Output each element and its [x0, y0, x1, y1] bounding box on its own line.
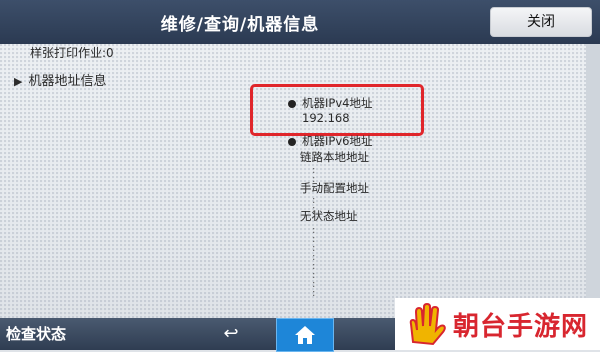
ellipsis-dots: :::::::: — [312, 225, 316, 299]
scrollbar[interactable] — [586, 44, 600, 312]
close-button[interactable]: 关闭 — [490, 7, 592, 37]
watermark-logo: 朝台手游网 — [395, 298, 600, 350]
ipv6-entry: 机器IPv6地址 — [288, 134, 372, 149]
ipv4-label: 机器IPv4地址 — [302, 96, 373, 110]
address-info-label: 机器地址信息 — [28, 74, 107, 89]
ipv6-label: 机器IPv6地址 — [302, 134, 373, 148]
link-local-label: 链路本地地址 — [300, 150, 369, 164]
machine-address-info-toggle[interactable]: ▶ 机器地址信息 — [14, 70, 106, 89]
back-arrow-icon: ↩ — [223, 323, 239, 344]
home-button[interactable] — [276, 318, 334, 352]
device-screen: 维修/查询/机器信息 关闭 样张打印作业:0 ▶ 机器地址信息 机器IPv4地址 … — [0, 0, 600, 352]
page-title: 维修/查询/机器信息 — [160, 15, 320, 35]
title-bar: 维修/查询/机器信息 关闭 — [0, 0, 600, 44]
check-status-button[interactable]: 检查状态 — [6, 323, 66, 344]
manual-address-label: 手动配置地址 — [300, 181, 369, 195]
stateless-address-label: 无状态地址 — [300, 209, 358, 223]
sample-print-jobs-count: 样张打印作业:0 — [30, 46, 114, 60]
back-button[interactable]: ↩ — [206, 319, 256, 349]
ipv4-value: 192.168 — [302, 111, 350, 125]
watermark-text: 朝台手游网 — [453, 311, 589, 342]
triangle-right-icon: ▶ — [14, 75, 23, 88]
hand-logo-icon — [409, 302, 446, 346]
home-icon — [295, 326, 315, 344]
bullet-icon — [288, 137, 296, 146]
bullet-icon — [288, 99, 296, 108]
ipv4-entry: 机器IPv4地址 192.168 — [288, 96, 372, 126]
